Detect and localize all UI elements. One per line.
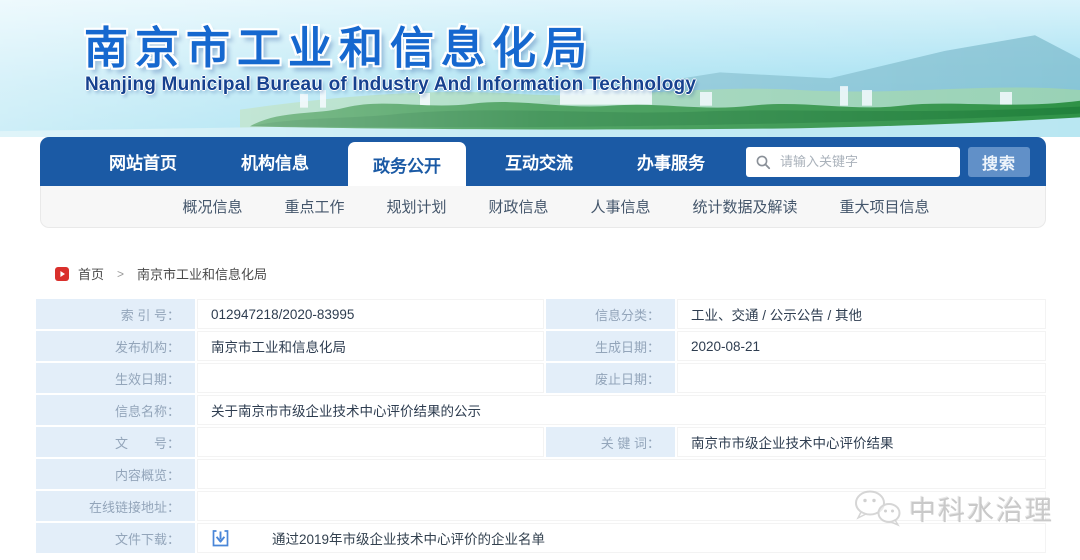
nav-tab-organization-info[interactable]: 机构信息 bbox=[216, 137, 334, 186]
index-number-label: 索 引 号： bbox=[36, 299, 195, 329]
publisher-value: 南京市工业和信息化局 bbox=[197, 331, 544, 361]
index-number-value: 012947218/2020-83995 bbox=[197, 299, 544, 329]
table-row: 文 号： 关 键 词： 南京市市级企业技术中心评价结果 bbox=[36, 427, 1046, 457]
document-info-table: 索 引 号： 012947218/2020-83995 信息分类： 工业、交通 … bbox=[36, 299, 1046, 553]
online-link-value bbox=[197, 491, 1046, 521]
document-number-value bbox=[197, 427, 544, 457]
nav-tab-interaction[interactable]: 互动交流 bbox=[480, 137, 598, 186]
site-title: 南京市工业和信息化局 bbox=[84, 12, 594, 76]
subnav-item-finance[interactable]: 财政信息 bbox=[488, 196, 548, 217]
breadcrumb-home-link[interactable]: 首页 bbox=[78, 264, 104, 283]
search-button[interactable]: 搜索 bbox=[968, 147, 1030, 177]
main-navigation: 网站首页 机构信息 政务公开 互动交流 办事服务 搜索 bbox=[40, 137, 1046, 186]
generation-date-label: 生成日期： bbox=[546, 331, 675, 361]
info-name-value: 关于南京市市级企业技术中心评价结果的公示 bbox=[197, 395, 1046, 425]
download-file-link[interactable]: 通过2019年市级企业技术中心评价的企业名单 bbox=[272, 528, 545, 548]
header-banner: 南京市工业和信息化局 Nanjing Municipal Bureau of I… bbox=[0, 0, 1080, 137]
online-link-label: 在线链接地址： bbox=[36, 491, 195, 521]
nav-tab-list: 网站首页 机构信息 政务公开 互动交流 办事服务 bbox=[84, 137, 730, 186]
effective-date-value bbox=[197, 363, 544, 393]
table-row: 文件下载： 通过2019年市级企业技术中心评价的企业名单 bbox=[36, 523, 1046, 553]
search-icon bbox=[755, 154, 771, 170]
nav-tab-home[interactable]: 网站首页 bbox=[84, 137, 202, 186]
keywords-value: 南京市市级企业技术中心评价结果 bbox=[677, 427, 1046, 457]
document-number-label: 文 号： bbox=[36, 427, 195, 457]
info-name-label: 信息名称： bbox=[36, 395, 195, 425]
secondary-navigation: 概况信息 重点工作 规划计划 财政信息 人事信息 统计数据及解读 重大项目信息 bbox=[40, 186, 1046, 228]
info-category-value: 工业、交通 / 公示公告 / 其他 bbox=[677, 299, 1046, 329]
subnav-item-statistics[interactable]: 统计数据及解读 bbox=[693, 196, 798, 217]
subnav-item-planning[interactable]: 规划计划 bbox=[386, 196, 446, 217]
info-category-label: 信息分类： bbox=[546, 299, 675, 329]
table-row: 在线链接地址： bbox=[36, 491, 1046, 521]
file-download-label: 文件下载： bbox=[36, 523, 195, 553]
breadcrumb-separator: > bbox=[117, 267, 124, 281]
breadcrumb: 首页 > 南京市工业和信息化局 bbox=[55, 264, 1080, 283]
content-overview-value bbox=[197, 459, 1046, 489]
subnav-item-key-work[interactable]: 重点工作 bbox=[284, 196, 344, 217]
subnav-item-major-projects[interactable]: 重大项目信息 bbox=[840, 196, 930, 217]
subnav-item-overview[interactable]: 概况信息 bbox=[182, 196, 242, 217]
download-icon[interactable] bbox=[211, 529, 230, 548]
breadcrumb-home-icon bbox=[55, 267, 69, 281]
keywords-label: 关 键 词： bbox=[546, 427, 675, 457]
expiry-date-label: 废止日期： bbox=[546, 363, 675, 393]
search-area: 搜索 bbox=[746, 137, 1030, 186]
table-row: 索 引 号： 012947218/2020-83995 信息分类： 工业、交通 … bbox=[36, 299, 1046, 329]
nav-tab-government-disclosure[interactable]: 政务公开 bbox=[348, 142, 466, 186]
subnav-item-personnel[interactable]: 人事信息 bbox=[591, 196, 651, 217]
content-overview-label: 内容概览： bbox=[36, 459, 195, 489]
table-row: 发布机构： 南京市工业和信息化局 生成日期： 2020-08-21 bbox=[36, 331, 1046, 361]
expiry-date-value bbox=[677, 363, 1046, 393]
table-row: 信息名称： 关于南京市市级企业技术中心评价结果的公示 bbox=[36, 395, 1046, 425]
site-subtitle-english: Nanjing Municipal Bureau of Industry And… bbox=[85, 74, 696, 96]
breadcrumb-current-page: 南京市工业和信息化局 bbox=[137, 264, 267, 283]
generation-date-value: 2020-08-21 bbox=[677, 331, 1046, 361]
effective-date-label: 生效日期： bbox=[36, 363, 195, 393]
publisher-label: 发布机构： bbox=[36, 331, 195, 361]
table-row: 生效日期： 废止日期： bbox=[36, 363, 1046, 393]
table-row: 内容概览： bbox=[36, 459, 1046, 489]
search-input[interactable] bbox=[746, 147, 960, 177]
nav-tab-services[interactable]: 办事服务 bbox=[612, 137, 730, 186]
